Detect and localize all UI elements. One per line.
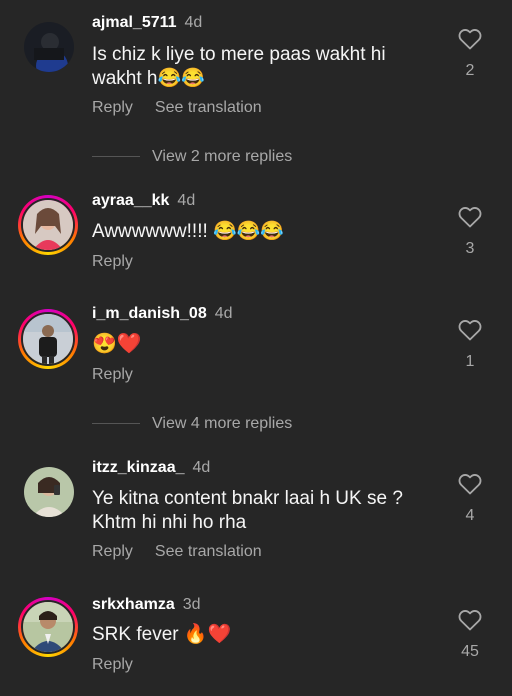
comment-actions: Reply: [92, 253, 155, 271]
heart-icon[interactable]: [458, 28, 482, 50]
comment-time: 4d: [214, 305, 233, 322]
divider-line: [92, 156, 140, 158]
see-translation-button[interactable]: See translation: [155, 543, 262, 560]
avatar[interactable]: [24, 467, 74, 517]
divider-line: [92, 423, 140, 425]
like-count: 4: [465, 507, 475, 524]
heart-icon[interactable]: [458, 609, 482, 631]
avatar[interactable]: [18, 597, 78, 657]
username-text[interactable]: ajmal_5711: [92, 14, 177, 31]
heart-icon[interactable]: [458, 319, 482, 341]
view-more-replies-label[interactable]: View 4 more replies: [152, 415, 292, 432]
like-control[interactable]: 4: [456, 473, 484, 525]
comment-text: Awwwwww!!!! 😂😂😂: [92, 221, 285, 242]
comment-time: 4d: [184, 14, 203, 31]
comment-actions: Reply: [92, 366, 155, 384]
comment-text: SRK fever 🔥❤️: [92, 624, 232, 645]
username-text[interactable]: itzz_kinzaa_: [92, 459, 184, 476]
comment-actions: Reply See translation: [92, 543, 284, 561]
comment-time: 4d: [192, 459, 211, 476]
like-control[interactable]: 1: [456, 319, 484, 371]
reply-button[interactable]: Reply: [92, 253, 133, 270]
avatar[interactable]: [18, 309, 78, 369]
heart-icon[interactable]: [458, 206, 482, 228]
username-text[interactable]: ayraa__kk: [92, 192, 169, 209]
username-text[interactable]: srkxhamza: [92, 596, 175, 613]
reply-button[interactable]: Reply: [92, 99, 133, 116]
like-control[interactable]: 45: [456, 609, 484, 661]
avatar[interactable]: [24, 22, 74, 72]
like-control[interactable]: 2: [456, 28, 484, 80]
comment-username[interactable]: srkxhamza 3d: [92, 596, 201, 614]
view-more-replies-label[interactable]: View 2 more replies: [152, 148, 292, 165]
comment-username[interactable]: i_m_danish_08 4d: [92, 305, 233, 323]
comment-actions: Reply: [92, 656, 155, 674]
comment-text: Ye kitna content bnakr laai h UK se ? Kh…: [92, 488, 403, 533]
view-more-replies-button[interactable]: View 2 more replies: [92, 148, 292, 168]
reply-button[interactable]: Reply: [92, 543, 133, 560]
comment-actions: Reply See translation: [92, 99, 284, 117]
comment-text: 😍❤️: [92, 333, 142, 355]
reply-button[interactable]: Reply: [92, 366, 133, 383]
comment-username[interactable]: itzz_kinzaa_ 4d: [92, 459, 210, 477]
like-count: 1: [465, 353, 475, 370]
like-count: 3: [465, 240, 475, 257]
comment-text: Is chiz k liye to mere paas wakht hi wak…: [92, 44, 386, 89]
username-text[interactable]: i_m_danish_08: [92, 305, 207, 322]
like-count: 45: [461, 643, 479, 660]
comment-username[interactable]: ayraa__kk 4d: [92, 192, 195, 210]
reply-button[interactable]: Reply: [92, 656, 133, 673]
heart-icon[interactable]: [458, 473, 482, 495]
like-control[interactable]: 3: [456, 206, 484, 258]
like-count: 2: [465, 62, 475, 79]
comment-username[interactable]: ajmal_5711 4d: [92, 14, 202, 32]
view-more-replies-button[interactable]: View 4 more replies: [92, 415, 292, 435]
comment-time: 3d: [182, 596, 201, 613]
see-translation-button[interactable]: See translation: [155, 99, 262, 116]
avatar[interactable]: [18, 195, 78, 255]
comment-time: 4d: [177, 192, 196, 209]
